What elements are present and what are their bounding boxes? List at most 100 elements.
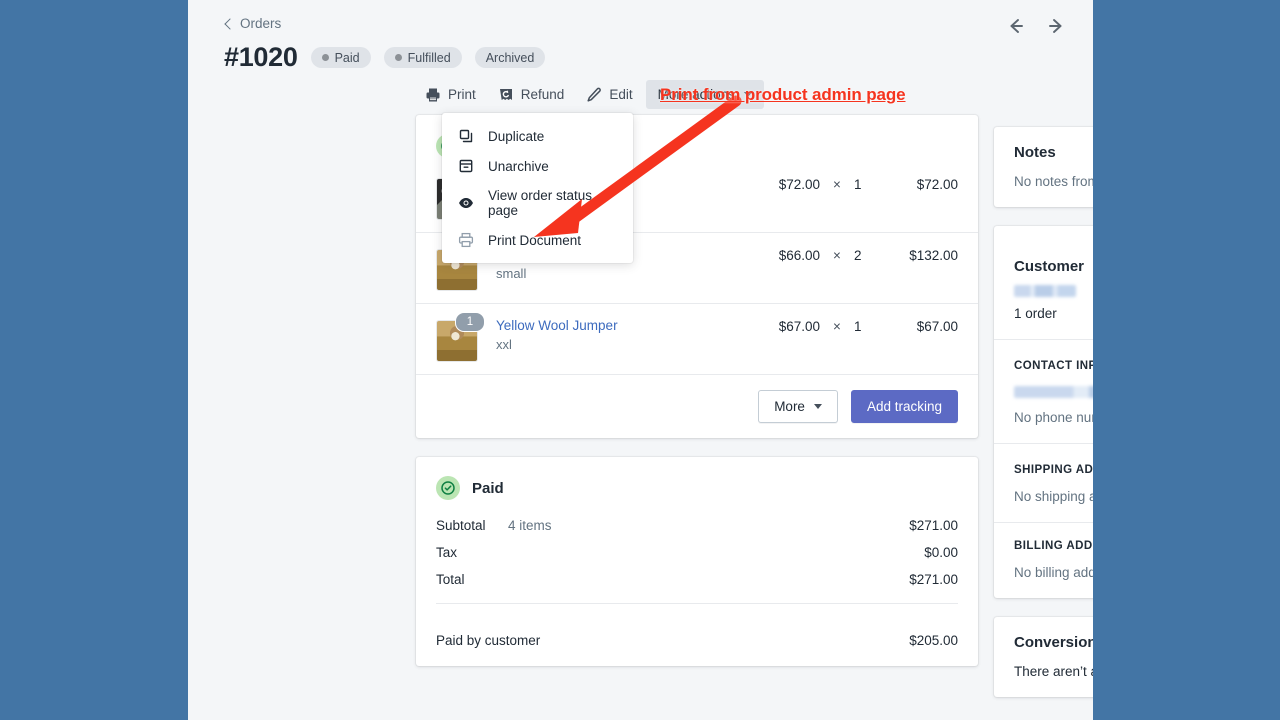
menu-item-duplicate[interactable]: Duplicate bbox=[442, 121, 633, 151]
unit-price: $72.00 bbox=[778, 177, 820, 192]
order-header: #1020 Paid Fulfilled Archived bbox=[224, 42, 546, 73]
paid-by-customer-value: $205.00 bbox=[909, 633, 958, 648]
billing-body: No billing address bbox=[1014, 565, 1093, 580]
printer-icon bbox=[426, 88, 440, 101]
divider bbox=[436, 603, 958, 604]
menu-item-unarchive[interactable]: Unarchive bbox=[442, 151, 633, 181]
status-badge-archived: Archived bbox=[474, 47, 546, 68]
menu-item-view-order-status-page-label: View order status page bbox=[488, 188, 593, 218]
status-badge-archived-label: Archived bbox=[485, 50, 535, 65]
total-value: $271.00 bbox=[909, 572, 958, 587]
print-button-label: Print bbox=[448, 87, 476, 102]
payment-card: Paid Subtotal 4 items $271.00 Tax $0.00 … bbox=[416, 457, 978, 666]
redacted-bar bbox=[1014, 386, 1093, 398]
quantity-badge: 1 bbox=[455, 312, 485, 332]
status-dot-icon bbox=[321, 54, 329, 61]
more-actions-dropdown: Duplicate Unarchive View order status pa… bbox=[442, 113, 633, 263]
payment-status: Paid bbox=[472, 479, 504, 497]
status-badge-paid: Paid bbox=[310, 47, 371, 68]
multiply-symbol: × bbox=[833, 248, 841, 263]
menu-item-print-document-label: Print Document bbox=[488, 232, 582, 248]
contact-title: CONTACT INFORMATION bbox=[1014, 360, 1093, 372]
multiply-symbol: × bbox=[833, 319, 841, 334]
customer-order-count: 1 order bbox=[1014, 306, 1057, 321]
status-badge-fulfilled: Fulfilled bbox=[383, 47, 462, 68]
page-title: #1020 bbox=[224, 42, 298, 72]
line-total: $67.00 bbox=[916, 319, 958, 334]
more-button[interactable]: More bbox=[758, 390, 838, 423]
contact-information-section: CONTACT INFORMATION Edit No phone number bbox=[994, 339, 1093, 443]
status-dot-icon bbox=[394, 54, 402, 61]
payment-header: Paid bbox=[416, 457, 978, 506]
customer-header: Customer bbox=[1014, 243, 1093, 275]
admin-page: Orders #1020 Paid Fulfilled Archived Pri… bbox=[188, 0, 1093, 720]
conversion-section: Conversion summary There aren’t any conv… bbox=[994, 617, 1093, 697]
multiply-symbol: × bbox=[833, 177, 841, 192]
edit-button[interactable]: Edit bbox=[577, 81, 641, 109]
unit-price: $67.00 bbox=[778, 319, 820, 334]
notes-section: Notes Edit No notes from customer bbox=[994, 127, 1093, 207]
refund-button[interactable]: Refund bbox=[489, 81, 574, 109]
product-info: Yellow Wool Jumper xxl bbox=[496, 318, 740, 352]
printer-icon bbox=[458, 232, 474, 248]
conversion-title: Conversion summary bbox=[1014, 634, 1093, 651]
contact-email-redacted bbox=[1014, 386, 1093, 398]
arrow-left-icon[interactable] bbox=[1005, 16, 1027, 36]
notes-card: Notes Edit No notes from customer bbox=[994, 127, 1093, 207]
add-tracking-label: Add tracking bbox=[866, 399, 942, 414]
chevron-down-icon bbox=[813, 404, 822, 409]
menu-item-print-document[interactable]: Print Document bbox=[442, 225, 633, 255]
line-total: $132.00 bbox=[909, 248, 958, 263]
check-circle-icon bbox=[436, 476, 460, 500]
chevron-left-icon bbox=[224, 17, 236, 30]
edit-button-label: Edit bbox=[609, 87, 633, 102]
conversion-summary-card: Conversion summary There aren’t any conv… bbox=[994, 617, 1093, 697]
redacted-bar bbox=[1014, 285, 1076, 297]
total-label: Total bbox=[436, 572, 465, 587]
line-quantity: 2 bbox=[854, 248, 862, 263]
notes-header: Notes Edit bbox=[1014, 144, 1093, 161]
duplicate-icon bbox=[459, 129, 473, 143]
breadcrumb[interactable]: Orders bbox=[224, 16, 282, 31]
menu-item-unarchive-label: Unarchive bbox=[488, 158, 549, 174]
billing-address-section: BILLING ADDRESS No billing address bbox=[994, 522, 1093, 598]
paid-by-customer-row: Paid by customer $205.00 bbox=[416, 618, 978, 666]
contact-header: CONTACT INFORMATION Edit bbox=[1014, 357, 1093, 372]
contact-phone: No phone number bbox=[1014, 410, 1093, 425]
more-button-label: More bbox=[774, 399, 805, 414]
subtotal-label: Subtotal bbox=[436, 518, 486, 533]
product-thumbnail-wrap: 1 bbox=[436, 312, 485, 362]
pencil-icon bbox=[587, 87, 602, 102]
refund-icon bbox=[499, 88, 512, 100]
tax-label: Tax bbox=[436, 545, 458, 560]
summary-row-total: Total $271.00 bbox=[436, 566, 958, 593]
shipping-body: No shipping address bbox=[1014, 489, 1093, 504]
shipping-header: SHIPPING ADDRESS Edit bbox=[1014, 461, 1093, 476]
refund-button-label: Refund bbox=[520, 87, 565, 102]
notes-title: Notes bbox=[1014, 144, 1056, 161]
arrow-right-icon[interactable] bbox=[1045, 16, 1067, 36]
add-tracking-button[interactable]: Add tracking bbox=[850, 390, 958, 423]
table-row: 1 Yellow Wool Jumper xxl $67.00 × 1 $67.… bbox=[416, 303, 978, 374]
summary-row-tax: Tax $0.00 bbox=[436, 539, 958, 566]
sidebar-column: Notes Edit No notes from customer Custom… bbox=[994, 127, 1093, 716]
breadcrumb-label: Orders bbox=[240, 16, 282, 31]
unarchive-icon bbox=[459, 159, 473, 173]
line-total: $72.00 bbox=[916, 177, 958, 192]
payment-summary: Subtotal 4 items $271.00 Tax $0.00 Total… bbox=[416, 506, 978, 618]
shipping-title: SHIPPING ADDRESS bbox=[1014, 464, 1093, 476]
subtotal-item-count: 4 items bbox=[508, 518, 552, 533]
summary-row-subtotal: Subtotal 4 items $271.00 bbox=[436, 512, 958, 539]
customer-title: Customer bbox=[1014, 258, 1085, 275]
menu-item-view-order-status-page[interactable]: View order status page bbox=[442, 181, 633, 225]
product-variant: small bbox=[496, 266, 527, 281]
print-button[interactable]: Print bbox=[416, 81, 485, 109]
line-quantity: 1 bbox=[854, 319, 862, 334]
fulfillment-actions: More Add tracking bbox=[416, 374, 978, 438]
eye-icon bbox=[459, 198, 473, 208]
subtotal-value: $271.00 bbox=[909, 518, 958, 533]
customer-card: Customer 1 order CONTACT INF No phone nu… bbox=[994, 226, 1093, 598]
order-pagination bbox=[1005, 16, 1067, 36]
customer-name-redacted bbox=[1014, 285, 1093, 297]
product-name-link[interactable]: Yellow Wool Jumper bbox=[496, 318, 740, 333]
